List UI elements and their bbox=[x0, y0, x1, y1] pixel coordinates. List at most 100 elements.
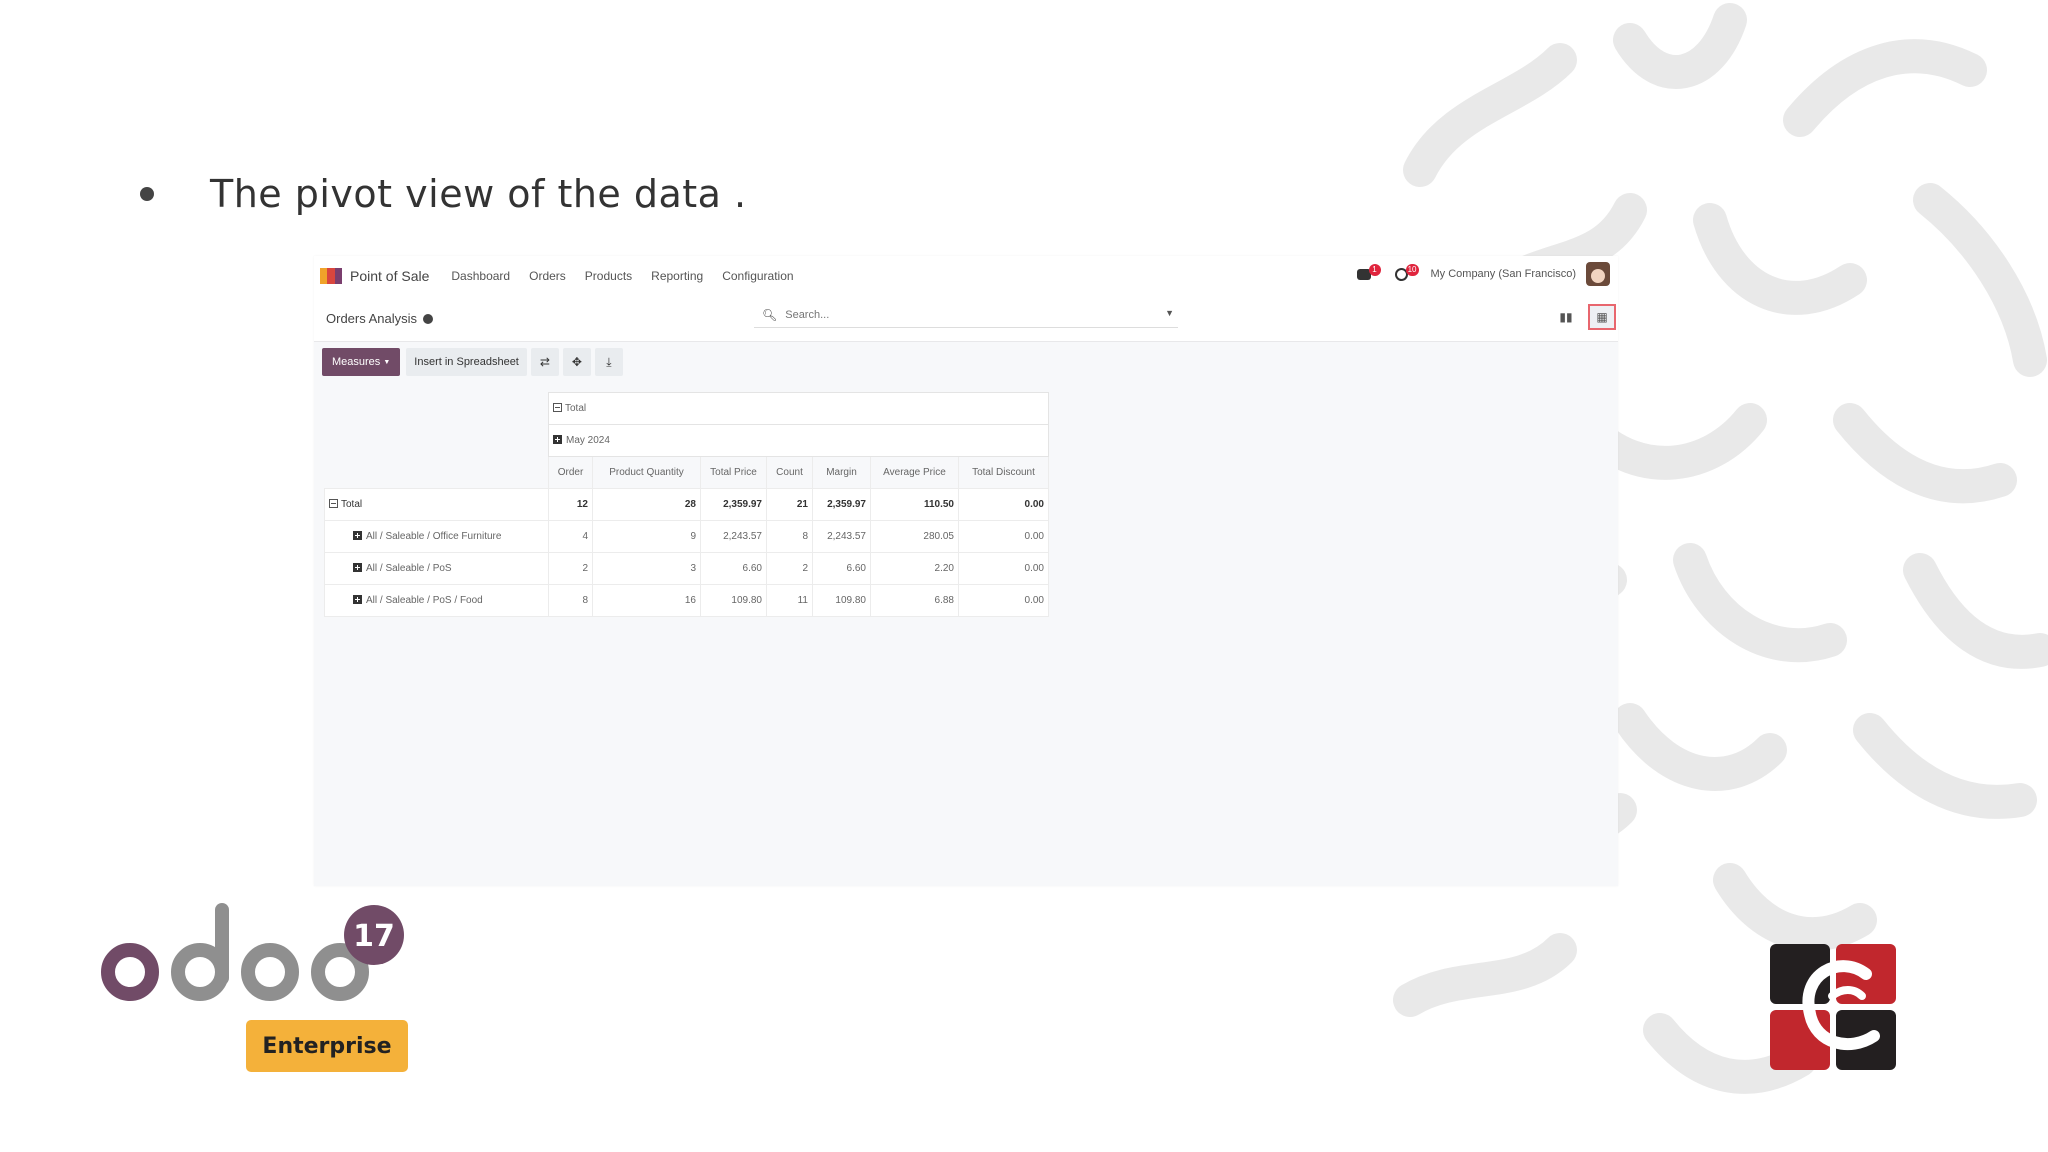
company-logo bbox=[1770, 944, 1896, 1070]
measure-header[interactable]: Count bbox=[766, 456, 813, 489]
menu-dashboard[interactable]: Dashboard bbox=[451, 269, 510, 283]
download-icon: ⤓ bbox=[606, 354, 612, 369]
pos-app-icon[interactable] bbox=[320, 268, 342, 284]
menu-configuration[interactable]: Configuration bbox=[722, 269, 793, 283]
caret-down-icon: ▼ bbox=[383, 358, 391, 366]
control-panel: Orders Analysis 🔍︎ ▼ ▮▮ ▦ bbox=[314, 296, 1618, 342]
menu-orders[interactable]: Orders bbox=[529, 269, 566, 283]
measure-header[interactable]: Product Quantity bbox=[592, 456, 701, 489]
search-dropdown-toggle[interactable]: ▼ bbox=[1165, 308, 1174, 318]
pivot-view-button[interactable]: ▦ bbox=[1588, 304, 1616, 330]
flip-axis-button[interactable]: ⇄ bbox=[530, 348, 559, 376]
row-header-category[interactable]: All / Saleable / PoS / Food bbox=[324, 584, 549, 617]
search-icon: 🔍︎ bbox=[762, 307, 778, 322]
pivot-cell[interactable]: 2 bbox=[766, 552, 813, 585]
pivot-cell[interactable]: 9 bbox=[592, 520, 701, 553]
measure-header[interactable]: Average Price bbox=[870, 456, 959, 489]
activity-button[interactable]: 10 bbox=[1393, 264, 1419, 284]
breadcrumb: Orders Analysis bbox=[326, 311, 434, 326]
measure-header[interactable]: Total Discount bbox=[958, 456, 1049, 489]
pivot-cell[interactable]: 16 bbox=[592, 584, 701, 617]
pivot-cell[interactable]: 4 bbox=[548, 520, 593, 553]
pivot-corner bbox=[325, 393, 549, 425]
odoo-version: 17 bbox=[353, 919, 395, 954]
col-header-month[interactable]: May 2024 bbox=[548, 424, 1049, 457]
row-header-category[interactable]: All / Saleable / Office Furniture bbox=[324, 520, 549, 553]
pivot-cell[interactable]: 2,243.57 bbox=[700, 520, 767, 553]
pivot-cell[interactable]: 28 bbox=[592, 488, 701, 521]
pivot-toolbar: Measures ▼ Insert in Spreadsheet ⇄ ✥ ⤓ bbox=[322, 348, 627, 376]
table-row: All / Saleable / PoS 2 3 6.60 2 6.60 2.2… bbox=[324, 552, 1049, 585]
navbar-systray: 1 10 My Company (San Francisco) bbox=[1355, 262, 1610, 286]
pivot-cell[interactable]: 2,243.57 bbox=[812, 520, 871, 553]
graph-view-button[interactable]: ▮▮ bbox=[1552, 304, 1580, 330]
chat-badge: 1 bbox=[1368, 264, 1381, 276]
pivot-cell[interactable]: 8 bbox=[766, 520, 813, 553]
pivot-cell[interactable]: 2 bbox=[548, 552, 593, 585]
bullet-point: The pivot view of the data . bbox=[140, 172, 747, 216]
chat-button[interactable]: 1 bbox=[1355, 264, 1381, 284]
activity-badge: 10 bbox=[1405, 264, 1419, 276]
company-switcher[interactable]: My Company (San Francisco) bbox=[1431, 268, 1577, 280]
pivot-cell[interactable]: 6.60 bbox=[812, 552, 871, 585]
collapse-icon bbox=[329, 499, 338, 508]
menu-products[interactable]: Products bbox=[585, 269, 632, 283]
pivot-cell[interactable]: 0.00 bbox=[958, 552, 1049, 585]
pivot-cell[interactable]: 6.60 bbox=[700, 552, 767, 585]
collapse-icon bbox=[553, 403, 562, 412]
expand-icon bbox=[353, 595, 362, 604]
search-input[interactable] bbox=[785, 308, 1146, 321]
table-row: Total 12 28 2,359.97 21 2,359.97 110.50 … bbox=[324, 488, 1049, 521]
pivot-cell[interactable]: 6.88 bbox=[870, 584, 959, 617]
expand-icon: ✥ bbox=[571, 355, 582, 369]
menu-reporting[interactable]: Reporting bbox=[651, 269, 703, 283]
slide-bullet-text: The pivot view of the data . bbox=[210, 172, 747, 216]
pivot-cell[interactable]: 0.00 bbox=[958, 584, 1049, 617]
top-navbar: Point of Sale Dashboard Orders Products … bbox=[314, 256, 1618, 296]
pivot-cell[interactable]: 0.00 bbox=[958, 520, 1049, 553]
expand-icon bbox=[553, 435, 562, 444]
expand-icon bbox=[353, 563, 362, 572]
table-row: All / Saleable / Office Furniture 4 9 2,… bbox=[324, 520, 1049, 553]
pivot-cell[interactable]: 11 bbox=[766, 584, 813, 617]
pivot-corner bbox=[325, 425, 549, 457]
insert-spreadsheet-button[interactable]: Insert in Spreadsheet bbox=[406, 348, 527, 376]
user-avatar[interactable] bbox=[1586, 262, 1610, 286]
enterprise-badge: Enterprise bbox=[246, 1020, 408, 1072]
pivot-cell[interactable]: 110.50 bbox=[870, 488, 959, 521]
app-name[interactable]: Point of Sale bbox=[350, 268, 429, 284]
pivot-cell[interactable]: 3 bbox=[592, 552, 701, 585]
table-icon: ▦ bbox=[1596, 310, 1608, 324]
measures-button[interactable]: Measures ▼ bbox=[322, 348, 401, 376]
flip-axis-icon: ⇄ bbox=[539, 355, 550, 369]
download-button[interactable]: ⤓ bbox=[594, 348, 623, 376]
row-header-category[interactable]: All / Saleable / PoS bbox=[324, 552, 549, 585]
expand-all-button[interactable]: ✥ bbox=[562, 348, 591, 376]
pivot-table: Total May 2024 Order Product Quantity To… bbox=[324, 392, 1049, 617]
measure-header[interactable]: Order bbox=[548, 456, 593, 489]
pivot-corner bbox=[325, 457, 549, 489]
pivot-cell[interactable]: 21 bbox=[766, 488, 813, 521]
measures-label: Measures bbox=[332, 356, 381, 368]
pivot-cell[interactable]: 109.80 bbox=[812, 584, 871, 617]
pivot-screenshot: Point of Sale Dashboard Orders Products … bbox=[314, 256, 1618, 886]
pivot-cell[interactable]: 109.80 bbox=[700, 584, 767, 617]
measure-header[interactable]: Margin bbox=[812, 456, 871, 489]
pivot-cell[interactable]: 2,359.97 bbox=[812, 488, 871, 521]
col-header-total[interactable]: Total bbox=[548, 392, 1049, 425]
table-row: All / Saleable / PoS / Food 8 16 109.80 … bbox=[324, 584, 1049, 617]
bullet-dot bbox=[140, 187, 154, 201]
search-bar: 🔍︎ ▼ bbox=[754, 302, 1178, 328]
expand-icon bbox=[353, 531, 362, 540]
measure-header[interactable]: Total Price bbox=[700, 456, 767, 489]
bar-chart-icon: ▮▮ bbox=[1559, 310, 1573, 324]
pivot-cell[interactable]: 2.20 bbox=[870, 552, 959, 585]
pivot-cell[interactable]: 2,359.97 bbox=[700, 488, 767, 521]
row-header-total[interactable]: Total bbox=[324, 488, 549, 521]
page-title: Orders Analysis bbox=[326, 311, 418, 326]
pivot-cell[interactable]: 12 bbox=[548, 488, 593, 521]
pivot-cell[interactable]: 280.05 bbox=[870, 520, 959, 553]
pivot-cell[interactable]: 8 bbox=[548, 584, 593, 617]
pivot-cell[interactable]: 0.00 bbox=[958, 488, 1049, 521]
gear-icon[interactable] bbox=[423, 314, 434, 324]
